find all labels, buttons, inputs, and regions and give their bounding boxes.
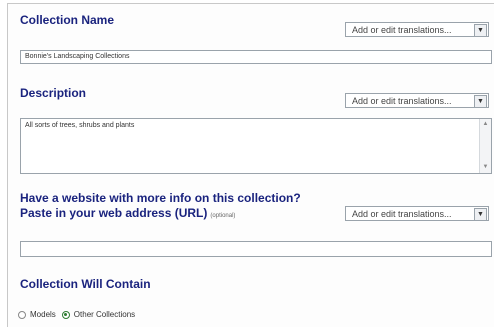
radio-models[interactable] (18, 310, 26, 319)
website-prompt-label: Paste in your web address (URL) (optional… (20, 206, 235, 223)
chevron-down-icon[interactable]: ▼ (474, 208, 487, 221)
chevron-down-icon[interactable]: ▼ (474, 24, 487, 37)
description-value: All sorts of trees, shrubs and plants (25, 122, 135, 129)
collection-contain-label: Collection Will Contain (20, 277, 151, 291)
radio-models-label[interactable]: Models (30, 310, 56, 319)
collection-contain-radio-group: Models Other Collections (18, 310, 135, 319)
description-scrollbar[interactable]: ▲ ▼ (479, 119, 491, 173)
radio-other-collections[interactable] (61, 310, 70, 319)
collection-name-label: Collection Name (20, 13, 115, 27)
collection-name-translations-select[interactable]: Add or edit translations... ▼ (345, 22, 489, 37)
scroll-up-icon[interactable]: ▲ (481, 120, 490, 129)
radio-other-collections-label[interactable]: Other Collections (74, 310, 135, 319)
website-translations-select[interactable]: Add or edit translations... ▼ (345, 206, 489, 221)
website-prompt-text: Paste in your web address (URL) (20, 206, 208, 220)
collection-name-value: Bonnie's Landscaping Collections (25, 53, 130, 60)
chevron-down-icon[interactable]: ▼ (474, 95, 487, 108)
collection-name-input[interactable]: Bonnie's Landscaping Collections (20, 50, 492, 64)
description-translations-text: Add or edit translations... (352, 96, 452, 106)
collection-name-translations-text: Add or edit translations... (352, 25, 452, 35)
optional-note: (optional) (210, 213, 236, 219)
scroll-down-icon[interactable]: ▼ (481, 163, 490, 172)
description-textarea[interactable]: All sorts of trees, shrubs and plants ▲ … (20, 118, 492, 174)
description-label: Description (20, 86, 87, 100)
website-translations-text: Add or edit translations... (352, 209, 452, 219)
website-question-label: Have a website with more info on this co… (20, 191, 301, 205)
description-translations-select[interactable]: Add or edit translations... ▼ (345, 93, 489, 108)
website-url-input[interactable] (20, 241, 492, 257)
